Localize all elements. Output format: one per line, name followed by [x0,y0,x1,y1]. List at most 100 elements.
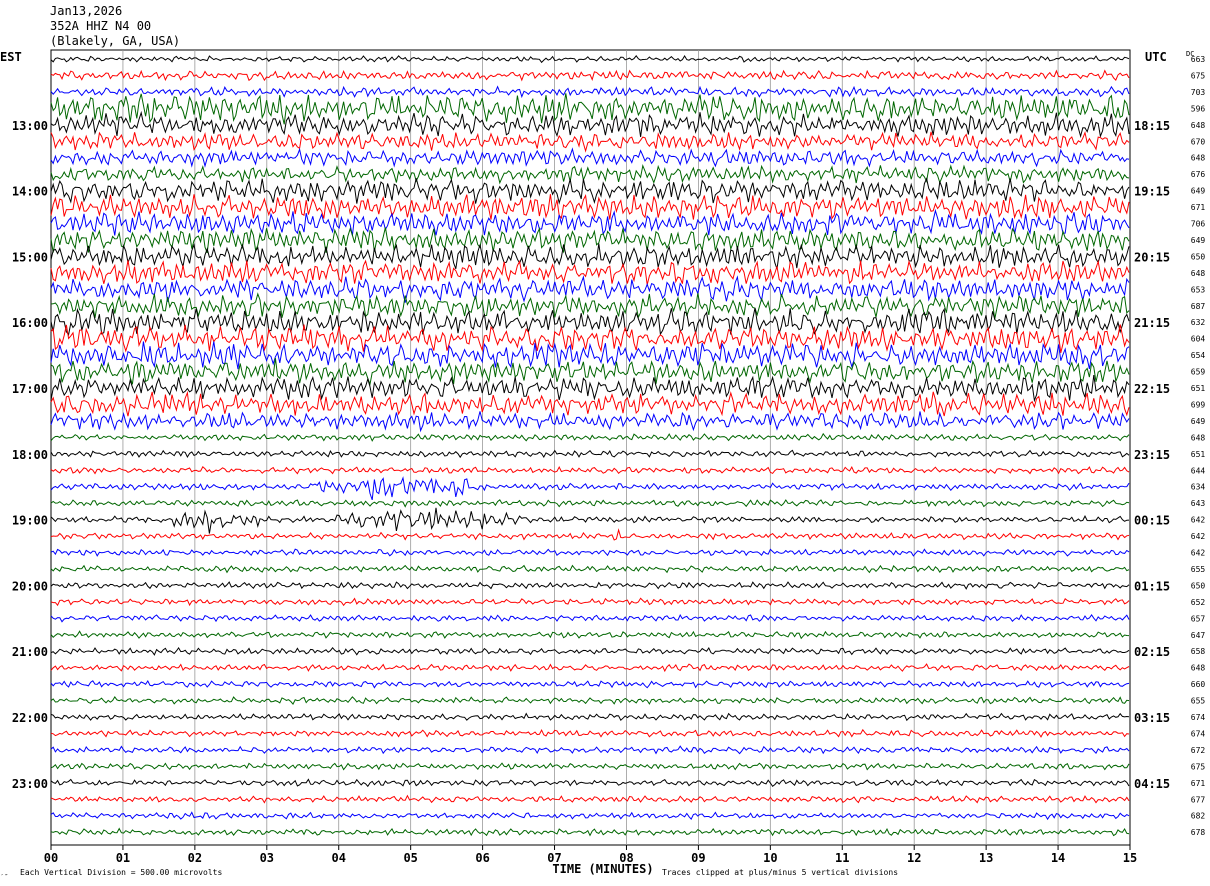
x-tick-label: 04 [332,851,346,865]
dc-offset-label: 672 [1191,746,1206,755]
seismic-trace [50,390,1130,417]
dc-offset-label: 706 [1191,220,1206,229]
est-hour-label: 19:00 [12,514,48,528]
seismic-trace [50,176,1130,205]
utc-hour-label: 03:15 [1134,711,1170,725]
dc-offset-label: 655 [1191,697,1206,706]
seismic-trace [50,341,1130,370]
dc-offset-label: 648 [1191,269,1206,278]
dc-offset-label: 659 [1191,368,1206,377]
seismic-trace [50,243,1130,270]
x-axis-title: TIME (MINUTES) [552,862,653,876]
dc-offset-label: 604 [1191,335,1206,344]
est-hour-label: 14:00 [12,185,48,199]
est-hour-label: 22:00 [12,711,48,725]
dc-offset-label: 647 [1191,631,1206,640]
seismic-trace [50,226,1130,254]
seismic-trace [50,54,1130,64]
dc-offset-label: 648 [1191,121,1206,130]
dc-offset-label: 649 [1191,187,1206,196]
dc-offset-label: 643 [1191,499,1206,508]
left-timezone-label: EST [0,50,22,64]
seismic-trace [50,548,1130,557]
seismic-trace [50,259,1130,285]
dc-offset-label: 687 [1191,302,1206,311]
seismic-trace [50,663,1130,673]
dc-offset-label: 678 [1191,828,1206,837]
plot-frame [50,49,1131,846]
dc-offset-label: 703 [1191,88,1206,97]
x-tick-label: 03 [260,851,274,865]
seismic-trace [50,292,1130,319]
x-tick-label: 09 [691,851,705,865]
seismic-trace [50,93,1130,125]
seismic-trace [50,275,1130,303]
seismic-trace [50,745,1130,755]
utc-hour-label: 22:15 [1134,382,1170,396]
seismic-trace [50,110,1130,139]
scale-note: Each Vertical Division = 500.00 microvol… [20,868,222,877]
x-tick-label: 01 [116,851,130,865]
dc-offset-label: 682 [1191,812,1206,821]
clip-note: Traces clipped at plus/minus 5 vertical … [662,868,898,877]
dc-offset-label: 677 [1191,795,1206,804]
seismic-trace [50,307,1130,336]
dc-offset-label: 670 [1191,137,1206,146]
seismic-trace [50,432,1130,442]
seismic-trace [50,466,1130,475]
seismic-trace [50,449,1130,459]
dc-offset-label: 632 [1191,318,1206,327]
dc-offset-label: 649 [1191,417,1206,426]
seismic-trace [50,147,1130,168]
dc-offset-label: 648 [1191,664,1206,673]
seismic-trace [50,163,1130,185]
right-timezone-label: UTC [1145,50,1167,64]
est-hour-label: 13:00 [12,119,48,133]
dc-column-header: DC [1186,50,1194,58]
x-tick-label: 15 [1123,851,1137,865]
utc-hour-label: 00:15 [1134,514,1170,528]
x-tick-label: 00 [44,851,58,865]
dc-offset-label: 658 [1191,647,1206,656]
corner-mark: ′″ [0,873,8,881]
seismic-trace [50,499,1130,508]
dc-offset-label: 644 [1191,466,1206,475]
est-hour-label: 20:00 [12,579,48,593]
dc-offset-label: 655 [1191,565,1206,574]
dc-offset-label: 699 [1191,400,1206,409]
dc-offset-label: 642 [1191,549,1206,558]
seismic-trace [50,778,1130,788]
est-hour-label: 21:00 [12,645,48,659]
utc-hour-label: 01:15 [1134,579,1170,593]
dc-offset-label: 642 [1191,532,1206,541]
utc-hour-label: 20:15 [1134,250,1170,264]
seismic-trace [50,85,1130,99]
dc-offset-label: 651 [1191,450,1206,459]
dc-offset-label: 642 [1191,516,1206,525]
dc-offset-label: 650 [1191,581,1206,590]
seismic-trace [50,811,1130,821]
seismic-trace [50,411,1130,433]
seismic-trace [50,630,1130,640]
dc-offset-label: 675 [1191,71,1206,80]
est-hour-label: 18:00 [12,448,48,462]
utc-hour-label: 04:15 [1134,777,1170,791]
x-tick-label: 06 [475,851,489,865]
x-tick-label: 14 [1051,851,1065,865]
dc-offset-label: 653 [1191,285,1206,294]
dc-offset-label: 596 [1191,104,1206,113]
seismic-trace [50,597,1130,607]
seismic-trace [50,646,1130,656]
dc-offset-label: 648 [1191,154,1206,163]
dc-offset-label: 648 [1191,433,1206,442]
utc-hour-label: 21:15 [1134,316,1170,330]
utc-hour-label: 18:15 [1134,119,1170,133]
seismic-trace [50,581,1130,590]
est-hour-label: 16:00 [12,316,48,330]
seismic-trace [50,564,1130,574]
utc-hour-label: 19:15 [1134,185,1170,199]
est-hour-label: 17:00 [12,382,48,396]
dc-offset-label: 676 [1191,170,1206,179]
seismic-trace [50,794,1130,804]
dc-offset-label: 650 [1191,252,1206,261]
